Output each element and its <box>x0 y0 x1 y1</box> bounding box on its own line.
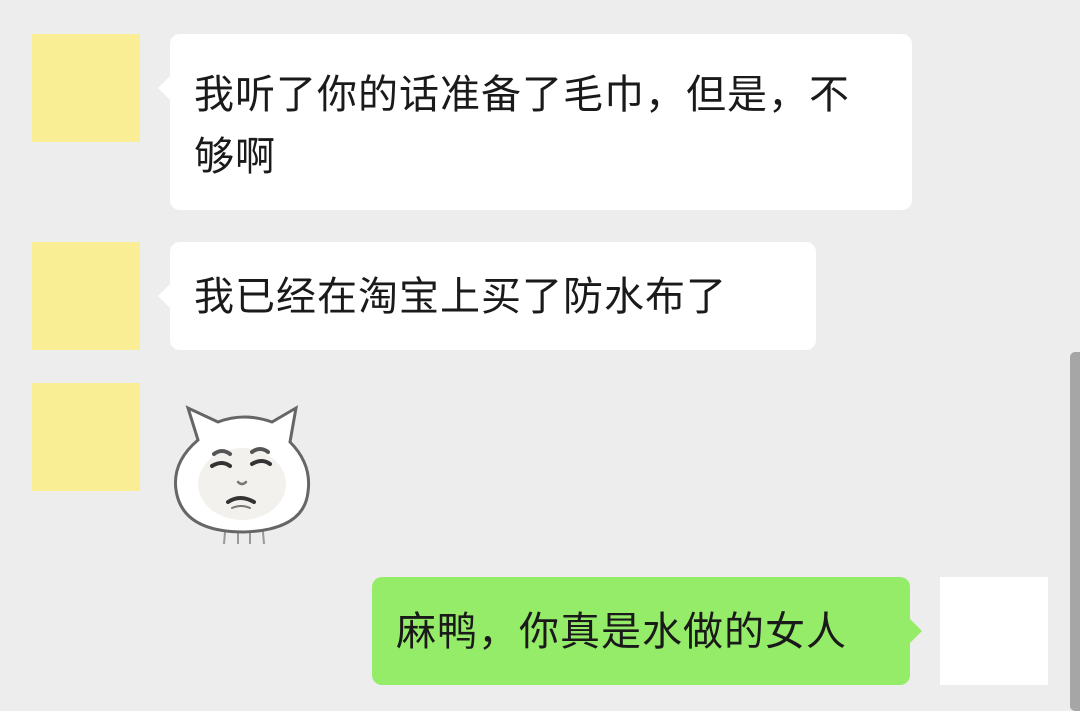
contact-avatar[interactable] <box>32 34 140 142</box>
scrollbar[interactable] <box>1070 352 1080 711</box>
sticker-image <box>173 405 311 545</box>
message-text: 麻鸭，你真是水做的女人 <box>396 609 847 655</box>
incoming-message-bubble[interactable]: 我听了你的话准备了毛巾，但是，不够啊 <box>158 34 912 210</box>
contact-avatar[interactable] <box>32 242 140 350</box>
contact-avatar[interactable] <box>32 383 140 491</box>
pouting-cat-face-sticker[interactable] <box>168 398 318 548</box>
message-text: 我已经在淘宝上买了防水布了 <box>194 274 727 320</box>
incoming-message-bubble[interactable]: 我已经在淘宝上买了防水布了 <box>158 242 816 350</box>
outgoing-message-bubble[interactable]: 麻鸭，你真是水做的女人 <box>372 577 922 685</box>
message-text: 我听了你的话准备了毛巾，但是，不够啊 <box>194 72 850 180</box>
self-avatar[interactable] <box>940 577 1048 685</box>
